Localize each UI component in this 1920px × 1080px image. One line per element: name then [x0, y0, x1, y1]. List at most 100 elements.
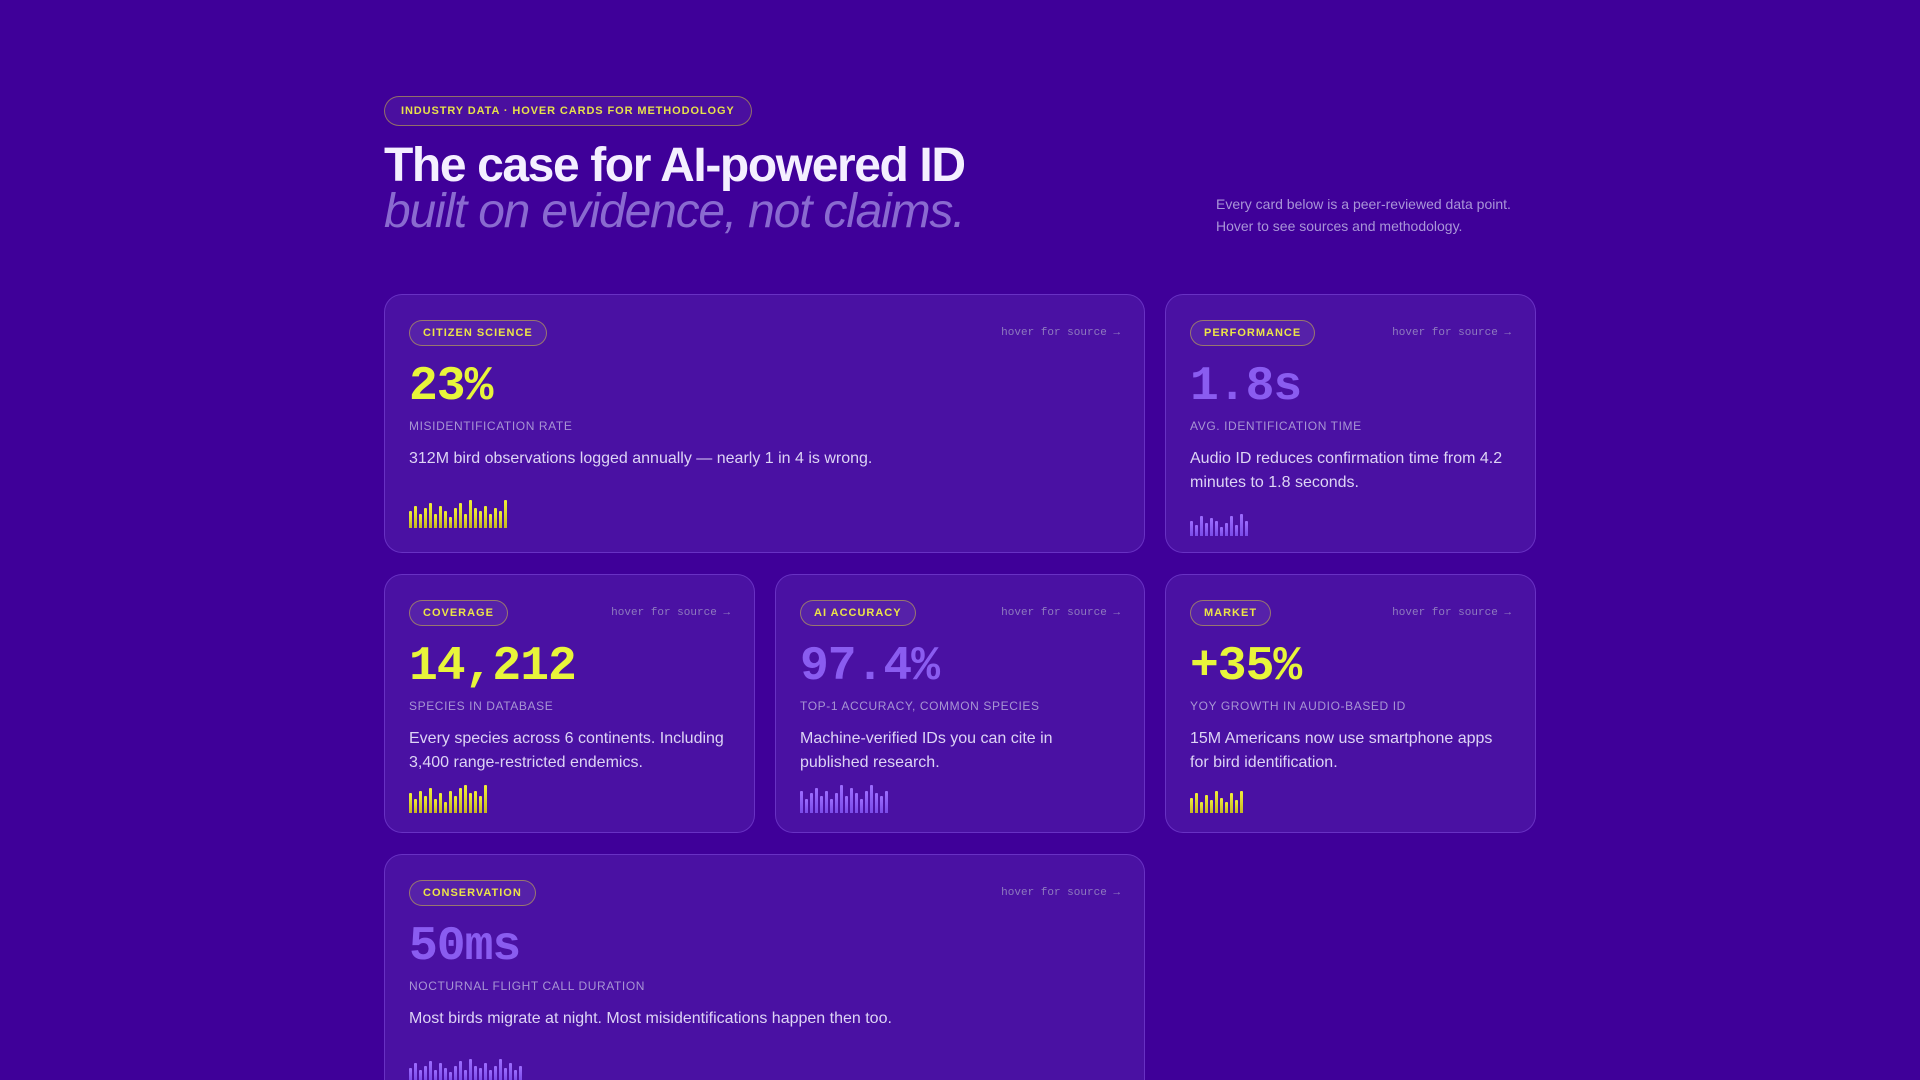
waveform-bar [424, 508, 427, 528]
waveform-bar [509, 1063, 512, 1080]
waveform-bar [860, 799, 863, 813]
hover-source-hint: hover for source → [1392, 607, 1511, 619]
waveform-bar [504, 500, 507, 528]
waveform-bar [885, 791, 888, 813]
waveform-bar [434, 1070, 437, 1080]
waveform-bar [484, 1063, 487, 1080]
hover-source-hint: hover for source → [1001, 607, 1120, 619]
metric-label: AVG. IDENTIFICATION TIME [1190, 419, 1362, 433]
waveform-bar [439, 1063, 442, 1080]
stat-card-conservation[interactable]: CONSERVATION hover for source → 50ms NOC… [384, 854, 1145, 1080]
card-tag: AI ACCURACY [800, 600, 916, 626]
card-tag: CONSERVATION [409, 880, 536, 906]
waveform-bar [439, 793, 442, 813]
waveform-bar [459, 503, 462, 528]
stat-card-coverage[interactable]: COVERAGE hover for source → 14,212 SPECI… [384, 574, 755, 833]
waveform-bar [449, 1072, 452, 1080]
waveform-bar [815, 788, 818, 813]
waveform-bar [835, 793, 838, 813]
waveform-bar [1190, 521, 1193, 536]
waveform-bar [424, 796, 427, 813]
waveform-bar [1210, 518, 1213, 536]
waveform-bar [1215, 521, 1218, 536]
waveform-bar [459, 1061, 462, 1080]
waveform-bar [464, 1070, 467, 1080]
stat-card-performance[interactable]: PERFORMANCE hover for source → 1.8s AVG.… [1165, 294, 1536, 553]
waveform-bar [1235, 525, 1238, 536]
metric-label: MISIDENTIFICATION RATE [409, 419, 573, 433]
waveform-bar [1225, 802, 1228, 813]
waveform-bar [1220, 527, 1223, 536]
waveform-bar [419, 1070, 422, 1080]
waveform-bar [875, 793, 878, 813]
waveform-bar [489, 1070, 492, 1080]
stat-card-market[interactable]: MARKET hover for source → +35% YOY GROWT… [1165, 574, 1536, 833]
waveform-bar [1240, 514, 1243, 536]
waveform-bar [825, 791, 828, 813]
waveform-sparkline [1190, 791, 1243, 813]
waveform-bar [484, 785, 487, 813]
waveform-bar [1240, 791, 1243, 813]
waveform-bar [1230, 793, 1233, 813]
waveform-bar [489, 514, 492, 528]
waveform-bar [870, 785, 873, 813]
waveform-bar [419, 514, 422, 528]
waveform-sparkline [1190, 514, 1248, 536]
waveform-bar [464, 514, 467, 528]
stat-card-ai-accuracy[interactable]: AI ACCURACY hover for source → 97.4% TOP… [775, 574, 1145, 833]
waveform-bar [1245, 521, 1248, 536]
waveform-bar [810, 793, 813, 813]
hover-source-hint: hover for source → [611, 607, 730, 619]
metric-value: 14,212 [409, 640, 577, 694]
metric-label: TOP-1 ACCURACY, COMMON SPECIES [800, 699, 1040, 713]
waveform-sparkline [409, 785, 487, 813]
waveform-bar [414, 506, 417, 528]
waveform-bar [434, 514, 437, 528]
card-tag: COVERAGE [409, 600, 508, 626]
waveform-bar [474, 1066, 477, 1080]
waveform-bar [419, 791, 422, 813]
waveform-bar [1195, 793, 1198, 813]
waveform-sparkline [800, 785, 888, 813]
card-description: 15M Americans now use smartphone apps fo… [1190, 730, 1493, 771]
waveform-bar [1210, 800, 1213, 813]
hover-source-hint: hover for source → [1001, 327, 1120, 339]
waveform-bar [519, 1066, 522, 1080]
metric-label: SPECIES IN DATABASE [409, 699, 554, 713]
waveform-bar [840, 785, 843, 813]
waveform-bar [439, 506, 442, 528]
card-tag: CITIZEN SCIENCE [409, 320, 547, 346]
stat-card-citizen-science[interactable]: CITIZEN SCIENCE hover for source → 23% M… [384, 294, 1145, 553]
waveform-bar [830, 799, 833, 813]
waveform-bar [484, 506, 487, 528]
intro-text: Every card below is a peer-reviewed data… [1216, 196, 1511, 234]
page: INDUSTRY DATA · HOVER CARDS FOR METHODOL… [0, 0, 1920, 1080]
waveform-bar [409, 511, 412, 528]
waveform-bar [434, 799, 437, 813]
card-tag: MARKET [1190, 600, 1272, 626]
waveform-bar [444, 802, 447, 813]
page-subtitle: built on evidence, not claims. [384, 185, 966, 238]
hover-source-hint: hover for source → [1001, 887, 1120, 899]
waveform-bar [469, 793, 472, 813]
waveform-bar [494, 508, 497, 528]
waveform-bar [1200, 516, 1203, 536]
waveform-bar [444, 1068, 447, 1080]
waveform-bar [499, 511, 502, 528]
waveform-bar [444, 511, 447, 528]
waveform-bar [800, 791, 803, 813]
waveform-bar [855, 793, 858, 813]
metric-value: 23% [409, 360, 493, 414]
card-description: Every species across 6 continents. Inclu… [409, 730, 724, 771]
waveform-bar [1205, 523, 1208, 536]
waveform-bar [409, 1068, 412, 1080]
waveform-bar [449, 791, 452, 813]
waveform-bar [1230, 516, 1233, 536]
metric-label: YOY GROWTH IN AUDIO-BASED ID [1190, 699, 1406, 713]
metric-value: 1.8s [1190, 360, 1302, 414]
waveform-bar [469, 1059, 472, 1080]
waveform-bar [865, 791, 868, 813]
waveform-bar [429, 788, 432, 813]
card-description: Most birds migrate at night. Most miside… [409, 1010, 892, 1027]
waveform-bar [459, 788, 462, 813]
